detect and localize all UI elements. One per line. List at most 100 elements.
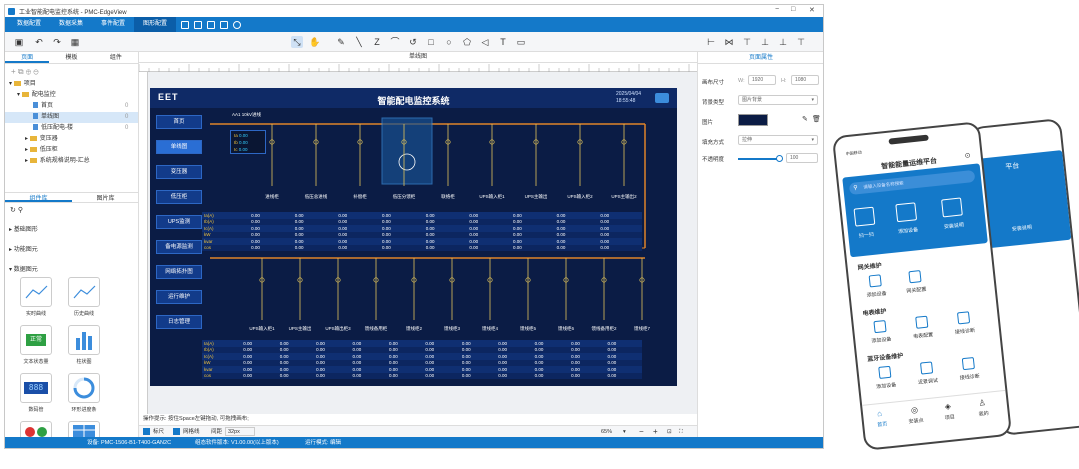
menu-data-collect[interactable]: 数据采集 [50, 17, 92, 32]
align-middle-icon[interactable]: ⊤ [795, 36, 807, 48]
rect-tool-icon[interactable]: □ [425, 36, 437, 48]
line-tool-icon[interactable]: ╲ [353, 36, 365, 48]
tree-item[interactable]: ▾ 配电监控 [5, 90, 56, 101]
distribute-icon[interactable]: ⊥ [777, 36, 789, 48]
menu-graphic-config[interactable]: 图形配置 [134, 17, 177, 32]
section-function[interactable]: ▸ 功能图元 [9, 244, 38, 253]
meter-diagnose-icon[interactable] [956, 311, 971, 325]
tab-component-lib[interactable]: 组件库 [5, 193, 72, 202]
width-input[interactable]: 1920 [748, 75, 776, 85]
copy-icon[interactable]: ⧉ [18, 67, 24, 76]
slider-handle[interactable] [776, 155, 783, 162]
undo-icon[interactable]: ↶ [33, 36, 45, 48]
gateway-add[interactable]: 添加设备 [856, 289, 897, 300]
tree-item[interactable]: ▸ 变压器 [5, 134, 58, 145]
hand-tool-icon[interactable]: ✋ [309, 36, 321, 48]
expand-icon[interactable]: ⊕ [26, 67, 31, 76]
menu-event-config[interactable]: 事件配置 [92, 17, 134, 32]
section-basic[interactable]: ▸ 基础图形 [9, 224, 38, 233]
tab-pages[interactable]: 页面 [5, 52, 50, 63]
polygon-tool-icon[interactable]: ⬠ [461, 36, 473, 48]
gateway-add-icon[interactable] [868, 274, 882, 288]
circle-tool-icon[interactable]: ○ [443, 36, 455, 48]
collapse-icon[interactable]: ⊖ [33, 67, 38, 76]
export-icon[interactable] [220, 20, 229, 29]
redo-icon[interactable]: ↷ [51, 36, 63, 48]
save-icon[interactable]: ▣ [13, 36, 25, 48]
snap-select[interactable]: 32px [225, 427, 255, 436]
grid-toggle-icon[interactable]: ▦ [69, 36, 81, 48]
ruler-checkbox[interactable] [143, 428, 150, 435]
search-icon[interactable]: ⚲ [18, 207, 23, 214]
align-left-icon[interactable]: ⊢ [705, 36, 717, 48]
help-icon[interactable] [233, 20, 242, 29]
close-icon[interactable]: ✕ [809, 6, 815, 14]
scada-canvas[interactable]: EET 智能配电监控系统 2025/04/04 18:55:48 首页 单线图 变压… [150, 88, 677, 386]
meter-add-icon[interactable] [873, 320, 887, 334]
component-digital-tube[interactable]: 888 [20, 373, 52, 403]
tree-item[interactable]: 低压配电-楼 0 [5, 123, 128, 134]
component-realtime-curve[interactable] [20, 277, 52, 307]
home-icon[interactable]: ⌂ [877, 409, 883, 418]
component-ring-progress[interactable] [68, 373, 100, 403]
pen-tool-icon[interactable]: ✎ [335, 36, 347, 48]
tab-project[interactable]: 项目 [936, 412, 965, 422]
meter-config[interactable]: 电表配置 [903, 330, 944, 341]
bt-add[interactable]: 添加设备 [866, 380, 907, 391]
add-icon[interactable]: + [11, 67, 16, 76]
component-text-status[interactable]: 正常 [20, 325, 52, 355]
tree-item[interactable]: 首页 0 [5, 101, 128, 112]
minimize-icon[interactable]: − [775, 6, 779, 13]
align-top-icon[interactable]: ⊤ [741, 36, 753, 48]
meter-diagnose[interactable]: 接线诊断 [945, 326, 986, 337]
bt-add-icon[interactable] [878, 365, 892, 379]
tab-install-point[interactable]: 安装点 [902, 416, 931, 426]
edit-icon[interactable]: ✎ [802, 115, 808, 123]
component-bar-chart[interactable] [68, 325, 100, 355]
tree-item[interactable]: ▸ 低压柜 [5, 145, 58, 156]
opacity-slider[interactable] [738, 158, 778, 160]
tab-templates[interactable]: 模板 [49, 52, 93, 63]
upload-icon[interactable] [207, 20, 216, 29]
monitor-icon[interactable] [181, 20, 190, 29]
bg-type-select[interactable]: 图片背景 ▾ [738, 95, 818, 105]
select-tool-icon[interactable]: ⤡ [291, 36, 303, 48]
meter-add[interactable]: 添加设备 [861, 334, 902, 345]
menu-data-config[interactable]: 数据配置 [8, 17, 50, 32]
align-bottom-icon[interactable]: ⊥ [759, 36, 771, 48]
tag-tool-icon[interactable]: ◁ [479, 36, 491, 48]
fill-mode-select[interactable]: 拉伸 ▾ [738, 135, 818, 145]
delete-icon[interactable]: 🗑 [812, 115, 821, 123]
section-data[interactable]: ▾ 数据图元 [9, 264, 38, 273]
bt-diagnose[interactable]: 接线诊断 [950, 371, 991, 382]
align-center-icon[interactable]: ⋈ [723, 36, 735, 48]
polyline-tool-icon[interactable]: Z [371, 36, 383, 48]
gateway-config-icon[interactable] [908, 270, 922, 284]
rotate-tool-icon[interactable]: ↺ [407, 36, 419, 48]
add-device-icon[interactable] [895, 202, 918, 223]
install-point-icon[interactable]: ◎ [910, 405, 918, 415]
refresh-icon[interactable]: ↻ [10, 207, 16, 214]
tree-item[interactable]: ▸ 系统规格说明-汇总 [5, 156, 90, 167]
maximize-icon[interactable]: □ [791, 6, 795, 13]
tab-home[interactable]: 首页 [868, 419, 897, 429]
more-icon[interactable]: ⊙ [964, 151, 971, 160]
tree-item[interactable]: ▾ 项目 [5, 79, 36, 90]
manual-icon[interactable] [941, 197, 963, 218]
download-icon[interactable] [194, 20, 203, 29]
arc-tool-icon[interactable]: ⌒ [389, 36, 401, 48]
scan-icon[interactable] [853, 206, 876, 227]
bt-debug[interactable]: 近景调试 [908, 376, 949, 387]
tab-image-lib[interactable]: 图片库 [72, 193, 139, 202]
grid-checkbox[interactable] [173, 428, 180, 435]
image-tool-icon[interactable]: ▭ [515, 36, 527, 48]
bt-debug-icon[interactable] [919, 361, 934, 375]
bt-diagnose-icon[interactable] [961, 356, 975, 371]
project-icon[interactable]: ◈ [944, 402, 951, 412]
tree-item-selected[interactable]: 单线图 0 [5, 112, 138, 123]
tab-components[interactable]: 组件 [94, 52, 138, 63]
tab-profile[interactable]: 我的 [969, 409, 998, 419]
opacity-input[interactable]: 100 [786, 153, 818, 163]
meter-config-icon[interactable] [915, 315, 929, 329]
profile-icon[interactable]: ♙ [978, 398, 986, 408]
